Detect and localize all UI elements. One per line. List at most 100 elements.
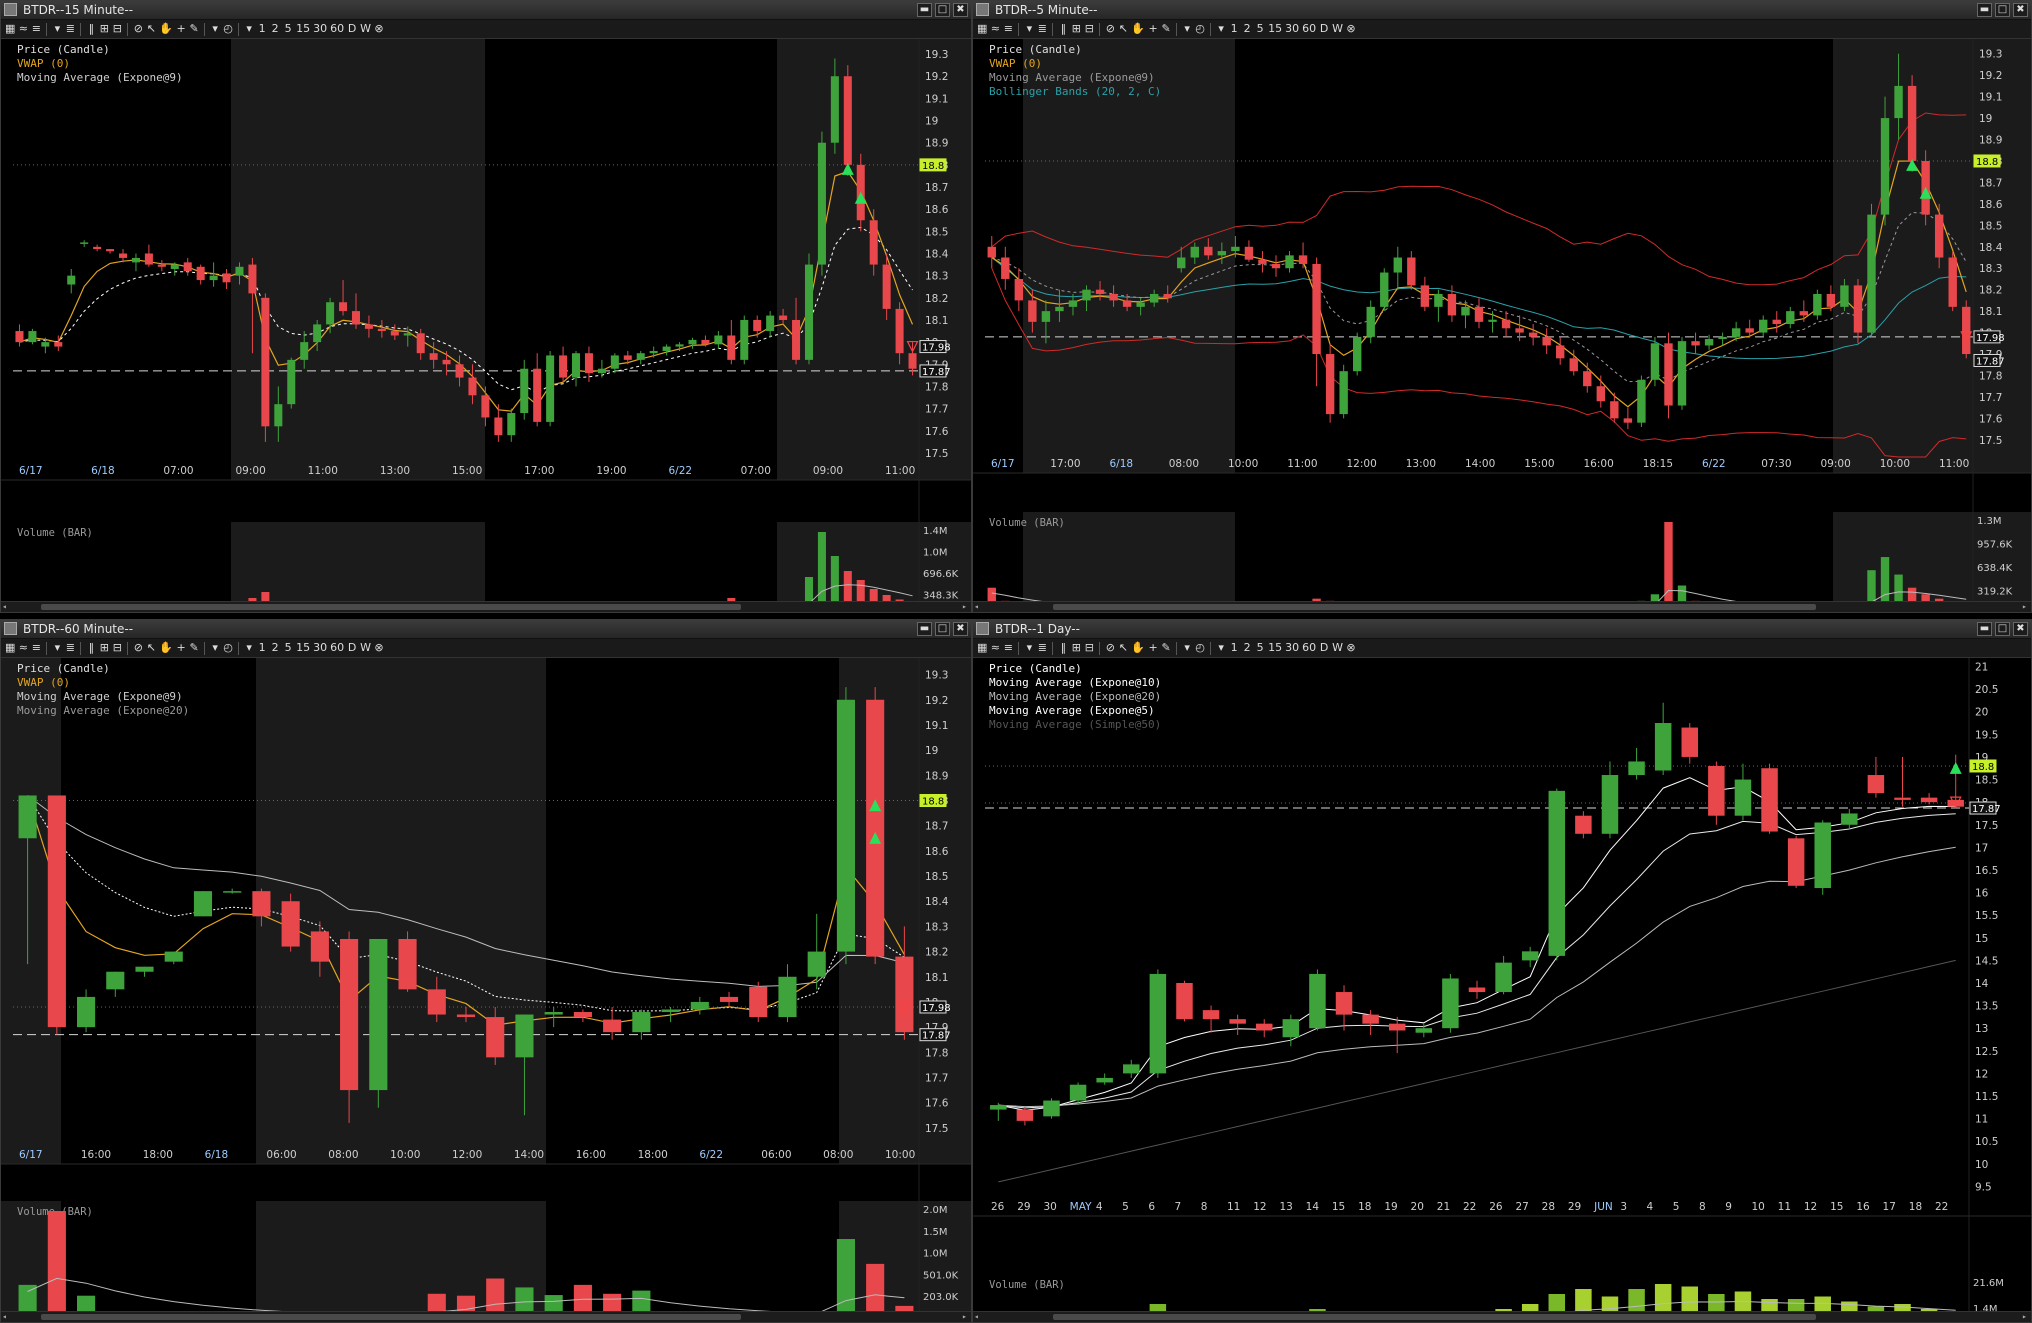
- minimize-button[interactable]: ▬: [1977, 622, 1992, 636]
- scrollbar-thumb[interactable]: [1053, 604, 1817, 610]
- toolbar-item-22[interactable]: D: [1319, 22, 1329, 36]
- toolbar-item-15[interactable]: ▾: [1216, 22, 1226, 36]
- horizontal-scrollbar[interactable]: ◂ ▸: [973, 601, 2031, 612]
- window-titlebar[interactable]: BTDR--15 Minute-- ▬ □ ✖: [1, 1, 971, 20]
- toolbar-item-9[interactable]: ↖: [146, 22, 156, 36]
- toolbar-item-12[interactable]: ✎: [189, 641, 199, 655]
- toolbar-item-15[interactable]: ▾: [244, 641, 254, 655]
- toolbar-item-8[interactable]: ⊘: [133, 22, 143, 36]
- toolbar-item-7[interactable]: ⊟: [112, 22, 122, 36]
- toolbar-item-1[interactable]: ≈: [990, 22, 1000, 36]
- scroll-left-icon[interactable]: ◂: [974, 1313, 982, 1321]
- toolbar-item-4[interactable]: ≣: [1037, 641, 1047, 655]
- toolbar-item-2[interactable]: ≡: [1003, 22, 1013, 36]
- close-button[interactable]: ✖: [953, 622, 968, 636]
- toolbar-item-16[interactable]: 1: [257, 641, 267, 655]
- chart-svg[interactable]: Price (Candle)VWAP (0)Moving Average (Ex…: [973, 39, 2032, 604]
- minimize-button[interactable]: ▬: [917, 622, 932, 636]
- toolbar-item-24[interactable]: ⊗: [374, 641, 384, 655]
- scroll-left-icon[interactable]: ◂: [2, 1313, 10, 1321]
- toolbar-item-13[interactable]: ▾: [1182, 22, 1192, 36]
- toolbar-item-13[interactable]: ▾: [210, 22, 220, 36]
- horizontal-scrollbar[interactable]: ◂ ▸: [1, 1311, 971, 1322]
- window-titlebar[interactable]: BTDR--5 Minute-- ▬ □ ✖: [973, 1, 2031, 20]
- toolbar-item-10[interactable]: ✋: [159, 641, 173, 655]
- toolbar-item-6[interactable]: ⊞: [1071, 641, 1081, 655]
- toolbar-item-20[interactable]: 30: [1285, 641, 1299, 655]
- scroll-right-icon[interactable]: ▸: [2022, 603, 2030, 611]
- toolbar-item-14[interactable]: ◴: [223, 22, 233, 36]
- toolbar-item-3[interactable]: ▾: [1024, 641, 1034, 655]
- toolbar-item-10[interactable]: ✋: [1131, 22, 1145, 36]
- toolbar-item-17[interactable]: 2: [1242, 22, 1252, 36]
- toolbar-item-15[interactable]: ▾: [244, 22, 254, 36]
- toolbar-item-1[interactable]: ≈: [18, 641, 28, 655]
- toolbar-item-3[interactable]: ▾: [1024, 22, 1034, 36]
- toolbar-item-23[interactable]: W: [360, 22, 371, 36]
- window-titlebar[interactable]: BTDR--60 Minute-- ▬ □ ✖: [1, 620, 971, 639]
- toolbar-item-14[interactable]: ◴: [1195, 22, 1205, 36]
- toolbar-item-6[interactable]: ⊞: [99, 22, 109, 36]
- toolbar-item-20[interactable]: 30: [313, 641, 327, 655]
- toolbar-item-4[interactable]: ≣: [65, 641, 75, 655]
- toolbar-item-24[interactable]: ⊗: [1346, 22, 1356, 36]
- toolbar-item-2[interactable]: ≡: [31, 641, 41, 655]
- close-button[interactable]: ✖: [953, 3, 968, 17]
- toolbar-item-0[interactable]: ▦: [5, 641, 15, 655]
- scroll-right-icon[interactable]: ▸: [962, 603, 970, 611]
- scroll-left-icon[interactable]: ◂: [2, 603, 10, 611]
- toolbar-item-2[interactable]: ≡: [1003, 641, 1013, 655]
- toolbar-item-21[interactable]: 60: [330, 641, 344, 655]
- toolbar-item-24[interactable]: ⊗: [374, 22, 384, 36]
- close-button[interactable]: ✖: [2013, 622, 2028, 636]
- toolbar-item-17[interactable]: 2: [270, 22, 280, 36]
- toolbar-item-12[interactable]: ✎: [189, 22, 199, 36]
- toolbar-item-11[interactable]: +: [1148, 641, 1158, 655]
- toolbar-item-9[interactable]: ↖: [1118, 641, 1128, 655]
- toolbar-item-14[interactable]: ◴: [223, 641, 233, 655]
- toolbar-item-16[interactable]: 1: [1229, 641, 1239, 655]
- toolbar-item-19[interactable]: 15: [296, 641, 310, 655]
- toolbar-item-19[interactable]: 15: [1268, 22, 1282, 36]
- toolbar-item-22[interactable]: D: [347, 641, 357, 655]
- toolbar-item-14[interactable]: ◴: [1195, 641, 1205, 655]
- toolbar-item-13[interactable]: ▾: [1182, 641, 1192, 655]
- minimize-button[interactable]: ▬: [1977, 3, 1992, 17]
- horizontal-scrollbar[interactable]: ◂ ▸: [1, 601, 971, 612]
- toolbar-item-8[interactable]: ⊘: [1105, 641, 1115, 655]
- toolbar-item-7[interactable]: ⊟: [1084, 641, 1094, 655]
- toolbar-item-4[interactable]: ≣: [1037, 22, 1047, 36]
- toolbar-item-10[interactable]: ✋: [159, 22, 173, 36]
- toolbar-item-15[interactable]: ▾: [1216, 641, 1226, 655]
- toolbar-item-22[interactable]: D: [1319, 641, 1329, 655]
- chart-svg[interactable]: Price (Candle)VWAP (0)Moving Average (Ex…: [1, 658, 972, 1314]
- toolbar-item-11[interactable]: +: [176, 641, 186, 655]
- toolbar-item-21[interactable]: 60: [1302, 641, 1316, 655]
- window-titlebar[interactable]: BTDR--1 Day-- ▬ □ ✖: [973, 620, 2031, 639]
- toolbar-item-6[interactable]: ⊞: [1071, 22, 1081, 36]
- toolbar-item-11[interactable]: +: [176, 22, 186, 36]
- toolbar-item-3[interactable]: ▾: [52, 22, 62, 36]
- toolbar-item-18[interactable]: 5: [1255, 22, 1265, 36]
- toolbar-item-19[interactable]: 15: [1268, 641, 1282, 655]
- scrollbar-thumb[interactable]: [1053, 1314, 1817, 1320]
- toolbar-item-6[interactable]: ⊞: [99, 641, 109, 655]
- maximize-button[interactable]: □: [1995, 3, 2010, 17]
- toolbar-item-12[interactable]: ✎: [1161, 22, 1171, 36]
- toolbar-item-0[interactable]: ▦: [5, 22, 15, 36]
- toolbar-item-5[interactable]: ‖: [1058, 22, 1068, 36]
- toolbar-item-10[interactable]: ✋: [1131, 641, 1145, 655]
- toolbar-item-17[interactable]: 2: [270, 641, 280, 655]
- toolbar-item-9[interactable]: ↖: [146, 641, 156, 655]
- minimize-button[interactable]: ▬: [917, 3, 932, 17]
- toolbar-item-16[interactable]: 1: [1229, 22, 1239, 36]
- toolbar-item-22[interactable]: D: [347, 22, 357, 36]
- toolbar-item-21[interactable]: 60: [1302, 22, 1316, 36]
- toolbar-item-20[interactable]: 30: [313, 22, 327, 36]
- toolbar-item-18[interactable]: 5: [283, 22, 293, 36]
- toolbar-item-5[interactable]: ‖: [86, 641, 96, 655]
- toolbar-item-5[interactable]: ‖: [86, 22, 96, 36]
- maximize-button[interactable]: □: [935, 622, 950, 636]
- toolbar-item-0[interactable]: ▦: [977, 641, 987, 655]
- close-button[interactable]: ✖: [2013, 3, 2028, 17]
